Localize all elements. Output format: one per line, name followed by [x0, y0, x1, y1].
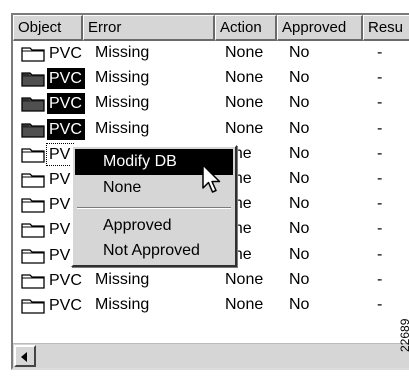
- folder-icon: [21, 71, 45, 87]
- cell-action: None: [225, 44, 264, 61]
- folder-icon: [21, 96, 45, 113]
- cell-approved: No: [289, 195, 310, 213]
- cell-error: Missing: [95, 296, 150, 313]
- folder-icon: [21, 197, 45, 213]
- cell-object: PV: [49, 246, 71, 264]
- cell-approved: No: [289, 69, 310, 87]
- cell-error: Missing: [95, 94, 150, 112]
- cell-action: None: [225, 94, 264, 112]
- cell-approved: No: [289, 296, 310, 313]
- column-header-error[interactable]: Error: [83, 15, 215, 41]
- table-row[interactable]: PVC Missing None No -: [13, 41, 409, 66]
- folder-icon: [21, 248, 45, 264]
- cell-error: Missing: [95, 119, 150, 137]
- cell-object: PV: [49, 221, 71, 239]
- cell-result: -: [377, 296, 383, 313]
- cell-action: None: [225, 270, 264, 288]
- horizontal-scrollbar[interactable]: [13, 343, 409, 368]
- cell-error: Missing: [95, 44, 150, 61]
- cell-result: -: [377, 94, 383, 112]
- cell-approved: No: [289, 170, 310, 187]
- table-row[interactable]: PVC Missing None No -: [13, 91, 409, 116]
- cell-object: PVC: [47, 93, 85, 115]
- list-header: Object Error Action Approved Resu: [13, 15, 409, 41]
- folder-icon: [21, 273, 45, 289]
- scroll-left-button[interactable]: [14, 345, 36, 367]
- cell-object: PVC: [47, 118, 85, 140]
- column-header-object[interactable]: Object: [13, 15, 83, 41]
- cell-approved: No: [289, 94, 310, 112]
- cell-object: PV: [49, 196, 71, 214]
- cell-result: -: [377, 270, 383, 288]
- table-row[interactable]: PVC Missing None No -: [13, 268, 409, 293]
- cell-approved: No: [289, 119, 310, 137]
- cell-result: -: [377, 44, 383, 61]
- cell-error: Missing: [95, 69, 150, 87]
- cell-approved: No: [289, 220, 310, 238]
- cell-action: None: [225, 69, 264, 87]
- figure-number: 22689: [398, 318, 409, 352]
- cell-object: PV: [45, 142, 75, 166]
- cell-action: None: [225, 119, 264, 137]
- cell-object: PVC: [49, 45, 82, 62]
- cell-object: PVC: [47, 68, 85, 90]
- folder-icon: [21, 122, 45, 138]
- folder-icon: [21, 46, 45, 62]
- menu-separator: [77, 207, 231, 209]
- cell-result: -: [377, 119, 383, 137]
- cell-result: -: [377, 170, 383, 187]
- cell-action: None: [225, 296, 264, 313]
- scroll-left-arrow-icon: [21, 352, 27, 362]
- cell-approved: No: [289, 144, 310, 162]
- cell-result: -: [377, 195, 383, 213]
- menu-item-approved[interactable]: Approved: [75, 213, 233, 239]
- table-row[interactable]: PVC Missing None No -: [13, 66, 409, 91]
- column-header-action[interactable]: Action: [215, 15, 277, 41]
- mouse-pointer-icon: [201, 164, 225, 196]
- table-row[interactable]: PVC Missing None No -: [13, 117, 409, 142]
- cell-result: -: [377, 220, 383, 238]
- cell-object: PVC: [49, 271, 82, 289]
- cell-error: Missing: [95, 270, 150, 288]
- cell-object: PV: [49, 171, 71, 188]
- cell-approved: No: [289, 270, 310, 288]
- folder-icon: [21, 172, 45, 188]
- menu-item-not-approved[interactable]: Not Approved: [75, 238, 233, 264]
- cell-approved: No: [289, 44, 310, 61]
- cell-object: PVC: [49, 297, 82, 314]
- column-header-approved[interactable]: Approved: [277, 15, 363, 41]
- folder-icon: [21, 222, 45, 239]
- folder-icon: [21, 298, 45, 314]
- cell-result: -: [377, 245, 383, 263]
- cell-approved: No: [289, 245, 310, 263]
- folder-icon: [21, 147, 45, 163]
- column-header-result[interactable]: Resu: [363, 15, 409, 41]
- cell-result: -: [377, 69, 383, 87]
- cell-result: -: [377, 144, 383, 162]
- table-row[interactable]: PVC Missing None No -: [13, 293, 409, 318]
